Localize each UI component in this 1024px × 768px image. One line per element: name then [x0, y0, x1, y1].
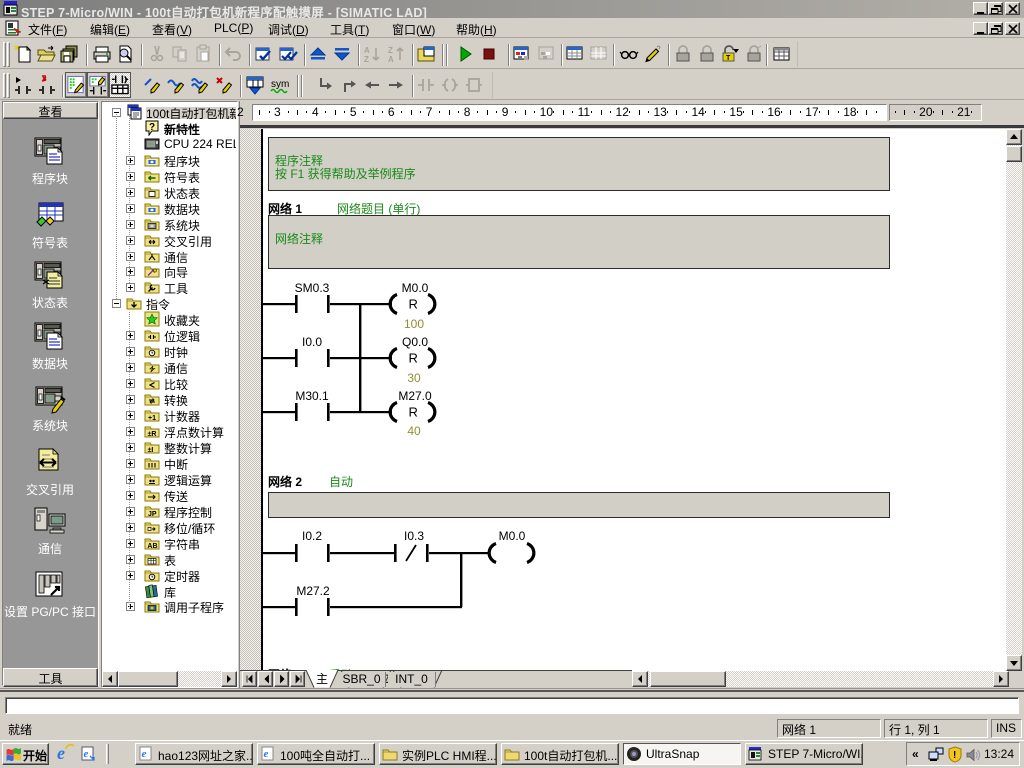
svg-text:e: e [142, 748, 147, 760]
svg-text:e: e [84, 748, 89, 760]
svg-text:R: R [409, 297, 418, 312]
svg-text:AB: AB [147, 543, 157, 550]
svg-text:A: A [388, 55, 394, 64]
svg-text:?: ? [149, 122, 155, 133]
svg-text:!: ! [953, 750, 956, 761]
svg-text:主: 主 [316, 672, 328, 686]
svg-text:±I: ±I [148, 447, 154, 454]
svg-text:T: T [726, 55, 731, 62]
svg-text:+1: +1 [148, 415, 156, 422]
svg-text:sym: sym [271, 79, 289, 90]
svg-text:e: e [264, 748, 269, 760]
svg-text:R: R [409, 351, 418, 366]
svg-text:Z: Z [388, 46, 393, 55]
svg-text:Z: Z [364, 55, 369, 64]
svg-text:A: A [364, 46, 370, 55]
svg-text:JP: JP [148, 511, 157, 518]
svg-text:R: R [409, 405, 418, 420]
svg-text:±R: ±R [148, 431, 157, 438]
